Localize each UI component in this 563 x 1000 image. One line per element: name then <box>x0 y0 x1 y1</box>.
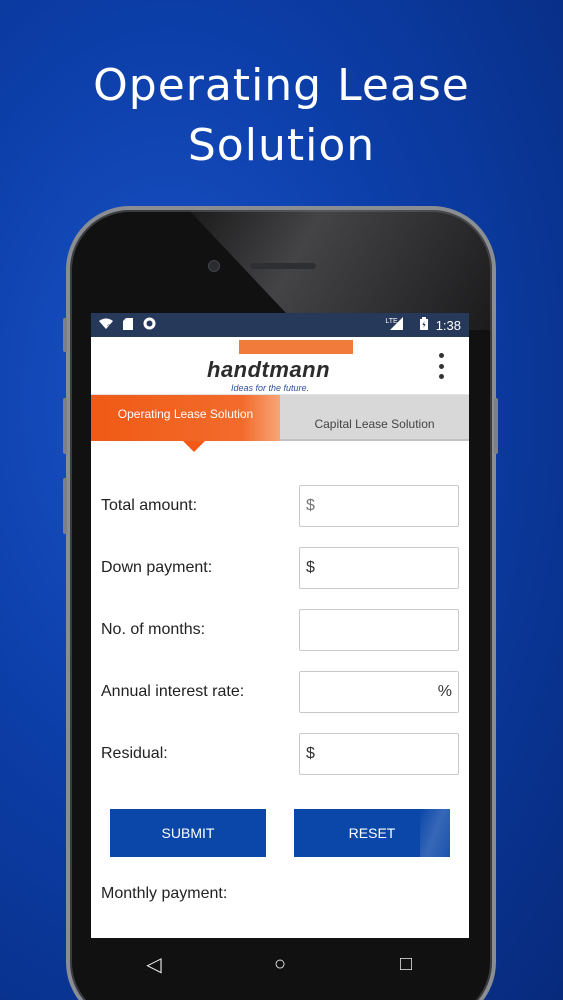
submit-button[interactable]: SUBMIT <box>110 809 266 857</box>
total-amount-label: Total amount: <box>101 497 198 514</box>
row-total-amount: Total amount: $ <box>101 475 459 537</box>
wifi-unknown-icon: ? <box>99 318 113 333</box>
svg-text:?: ? <box>107 325 111 330</box>
earpiece-speaker <box>250 263 316 269</box>
months-input[interactable] <box>299 609 459 651</box>
record-icon <box>143 317 156 333</box>
tab-operating-lease[interactable]: Operating Lease Solution <box>91 395 280 441</box>
months-label: No. of months: <box>101 621 206 638</box>
form-actions: SUBMIT RESET <box>91 785 469 857</box>
network-type: LTE <box>385 317 398 325</box>
total-amount-input[interactable]: $ <box>299 485 459 527</box>
sd-card-icon <box>123 317 133 333</box>
promo-headline-line1: Operating Lease <box>93 60 470 111</box>
reset-button[interactable]: RESET <box>294 809 450 857</box>
lease-tabs: Operating Lease Solution Capital Lease S… <box>91 395 469 452</box>
promo-headline: Operating Lease Solution <box>0 56 563 176</box>
row-interest-rate: Annual interest rate: % <box>101 661 459 723</box>
home-icon[interactable]: ○ <box>260 953 300 976</box>
interest-rate-input[interactable]: % <box>299 671 459 713</box>
active-tab-pointer <box>183 441 205 452</box>
residual-label: Residual: <box>101 745 168 762</box>
currency-prefix: $ <box>306 559 315 576</box>
percent-suffix: % <box>437 683 452 700</box>
lease-form: Total amount: $ Down payment: $ No. of m… <box>91 441 469 785</box>
brand-tagline: Ideas for the future. <box>231 383 310 393</box>
app-bar: handtmann Ideas for the future. <box>91 337 469 395</box>
app-screen: ? LTE 1:38 handtmann Ideas for the futur… <box>91 313 469 938</box>
status-time: 1:38 <box>435 317 461 333</box>
interest-rate-label: Annual interest rate: <box>101 683 245 700</box>
phone-volume-up <box>63 398 67 454</box>
brand-logo: handtmann <box>207 357 331 382</box>
row-down-payment: Down payment: $ <box>101 537 459 599</box>
residual-input[interactable]: $ <box>299 733 459 775</box>
row-months: No. of months: <box>101 599 459 661</box>
currency-prefix: $ <box>306 745 315 762</box>
front-camera <box>208 260 220 272</box>
phone-side-button <box>63 318 67 352</box>
monthly-payment-result: Monthly payment: <box>91 857 469 903</box>
battery-charging-icon <box>419 317 428 333</box>
android-nav-bar: ◁ ○ □ <box>91 938 469 990</box>
tab-capital-lease[interactable]: Capital Lease Solution <box>280 395 469 441</box>
monthly-payment-label: Monthly payment: <box>101 885 228 902</box>
status-bar: ? LTE 1:38 <box>91 313 469 337</box>
phone-power-button <box>494 398 498 454</box>
more-vert-icon[interactable] <box>437 353 445 379</box>
recents-icon[interactable]: □ <box>386 953 426 976</box>
row-residual: Residual: $ <box>101 723 459 785</box>
down-payment-input[interactable]: $ <box>299 547 459 589</box>
currency-prefix: $ <box>306 497 315 514</box>
logo-accent-bar <box>239 340 353 354</box>
phone-volume-down <box>63 478 67 534</box>
down-payment-label: Down payment: <box>101 559 213 576</box>
promo-headline-line2: Solution <box>187 120 376 171</box>
back-icon[interactable]: ◁ <box>134 952 174 977</box>
